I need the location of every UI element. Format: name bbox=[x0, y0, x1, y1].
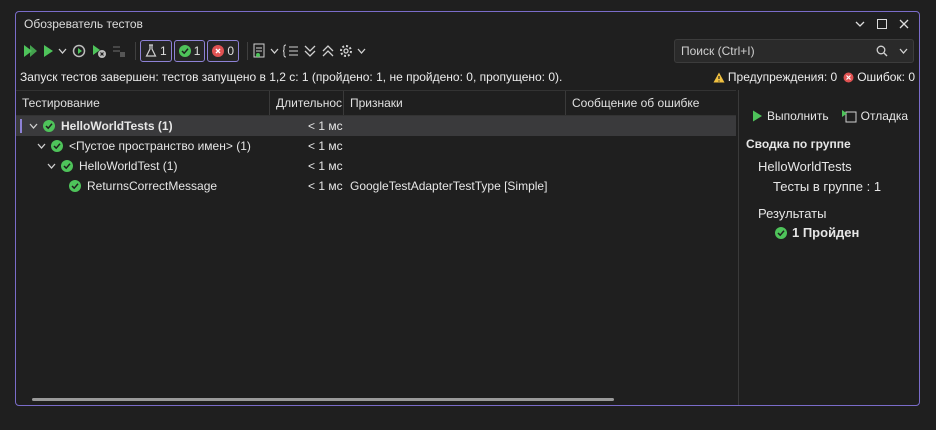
failed-count: 0 bbox=[227, 44, 235, 58]
debug-group-label: Отладка bbox=[860, 109, 909, 123]
cancel-run-icon[interactable] bbox=[111, 40, 127, 62]
errors-label: Ошибок: 0 bbox=[857, 70, 915, 84]
run-all-button[interactable] bbox=[22, 40, 38, 62]
search-input[interactable] bbox=[675, 43, 871, 59]
test-name: HelloWorldTest (1) bbox=[79, 159, 178, 173]
test-duration: < 1 мс bbox=[308, 159, 343, 173]
main-area: Тестирование Длительнос Признаки Сообщен… bbox=[16, 90, 919, 405]
test-duration: < 1 мс bbox=[308, 119, 343, 133]
column-header-traits[interactable]: Признаки bbox=[344, 91, 566, 115]
chevron-down-icon[interactable] bbox=[357, 40, 366, 62]
search-options-chevron-icon[interactable] bbox=[893, 48, 913, 54]
total-count: 1 bbox=[160, 44, 167, 58]
passed-result: 1 Пройден bbox=[775, 225, 859, 240]
summary-heading: Сводка по группе bbox=[746, 137, 851, 151]
passed-icon bbox=[51, 140, 63, 152]
passed-count: 1 bbox=[193, 44, 201, 58]
warnings-counter[interactable]: Предупреждения: 0 bbox=[713, 70, 837, 84]
dropdown-icon[interactable] bbox=[851, 14, 869, 34]
chevron-down-icon[interactable] bbox=[44, 163, 58, 169]
run-status-bar: Запуск тестов завершен: тестов запущено … bbox=[16, 68, 919, 86]
test-name: ReturnsCorrectMessage bbox=[87, 179, 218, 193]
tests-in-group: Тесты в группе : 1 bbox=[773, 179, 882, 194]
test-explorer-window: Обозреватель тестов 1 1 0 Поиск (Ctrl+I)… bbox=[15, 11, 920, 406]
test-duration: < 1 мс bbox=[308, 139, 343, 153]
test-name: HelloWorldTests (1) bbox=[61, 119, 173, 133]
column-header-duration[interactable]: Длительнос bbox=[270, 91, 344, 115]
table-row[interactable]: <Пустое пространство имен> (1) < 1 мс bbox=[16, 136, 736, 156]
failed-tests-badge[interactable]: 0 bbox=[207, 40, 240, 62]
test-duration: < 1 мс bbox=[308, 179, 343, 193]
errors-counter[interactable]: Ошибок: 0 bbox=[843, 70, 915, 84]
search-box bbox=[674, 39, 914, 63]
window-title: Обозреватель тестов bbox=[24, 17, 143, 31]
flask-icon bbox=[145, 44, 157, 57]
warnings-label: Предупреждения: 0 bbox=[727, 70, 838, 84]
test-traits: GoogleTestAdapterTestType [Simple] bbox=[350, 179, 548, 193]
chevron-down-icon[interactable] bbox=[58, 40, 67, 62]
test-name: <Пустое пространство имен> (1) bbox=[69, 139, 251, 153]
horizontal-scrollbar[interactable] bbox=[32, 398, 614, 401]
run-group-label: Выполнить bbox=[767, 109, 829, 123]
column-header-error-message[interactable]: Сообщение об ошибке bbox=[566, 91, 736, 115]
warning-icon bbox=[713, 72, 725, 82]
passed-icon bbox=[178, 45, 191, 57]
group-by-icon[interactable] bbox=[283, 40, 299, 62]
run-button[interactable] bbox=[42, 40, 54, 62]
selection-marker bbox=[20, 119, 22, 133]
close-icon[interactable] bbox=[895, 14, 913, 34]
title-controls bbox=[851, 14, 913, 34]
passed-result-label: 1 Пройден bbox=[792, 225, 860, 240]
maximize-icon[interactable] bbox=[873, 14, 891, 34]
rerun-icon[interactable] bbox=[71, 40, 87, 62]
table-row[interactable]: ReturnsCorrectMessage < 1 мс GoogleTestA… bbox=[16, 176, 736, 196]
run-group-button[interactable]: Выполнить bbox=[752, 109, 829, 123]
panel-divider[interactable] bbox=[738, 90, 739, 405]
grid-header: Тестирование Длительнос Признаки Сообщен… bbox=[16, 90, 736, 116]
table-row[interactable]: HelloWorldTests (1) < 1 мс bbox=[16, 116, 736, 136]
column-header-test[interactable]: Тестирование bbox=[16, 91, 270, 115]
title-bar: Обозреватель тестов bbox=[16, 12, 919, 36]
chevron-down-icon[interactable] bbox=[34, 143, 48, 149]
run-failed-icon[interactable] bbox=[91, 40, 107, 62]
group-name: HelloWorldTests bbox=[758, 159, 852, 174]
passed-tests-badge[interactable]: 1 bbox=[173, 40, 206, 62]
results-heading: Результаты bbox=[758, 206, 827, 221]
table-row[interactable]: HelloWorldTest (1) < 1 мс bbox=[16, 156, 736, 176]
toolbar-separator bbox=[135, 42, 136, 60]
passed-icon bbox=[61, 160, 73, 172]
passed-icon bbox=[69, 180, 81, 192]
search-icon[interactable] bbox=[871, 45, 893, 57]
playlist-icon[interactable] bbox=[252, 40, 266, 62]
chevron-down-icon[interactable] bbox=[26, 123, 40, 129]
collapse-all-icon[interactable] bbox=[321, 40, 335, 62]
passed-icon bbox=[775, 226, 787, 239]
play-icon bbox=[753, 110, 762, 122]
test-grid: Тестирование Длительнос Признаки Сообщен… bbox=[16, 90, 736, 405]
passed-icon bbox=[43, 120, 55, 132]
debug-icon bbox=[841, 110, 857, 123]
total-tests-badge[interactable]: 1 bbox=[140, 40, 172, 62]
error-icon bbox=[843, 72, 854, 82]
gear-icon[interactable] bbox=[339, 40, 353, 62]
toolbar-separator bbox=[247, 42, 249, 60]
chevron-down-icon[interactable] bbox=[270, 40, 279, 62]
failed-icon bbox=[212, 45, 225, 57]
group-summary-panel: Выполнить Отладка Сводка по группе Hello… bbox=[740, 90, 919, 405]
status-counters: Предупреждения: 0 Ошибок: 0 bbox=[713, 68, 915, 86]
debug-group-button[interactable]: Отладка bbox=[841, 109, 908, 123]
expand-all-icon[interactable] bbox=[303, 40, 317, 62]
run-summary-text: Запуск тестов завершен: тестов запущено … bbox=[20, 70, 563, 84]
